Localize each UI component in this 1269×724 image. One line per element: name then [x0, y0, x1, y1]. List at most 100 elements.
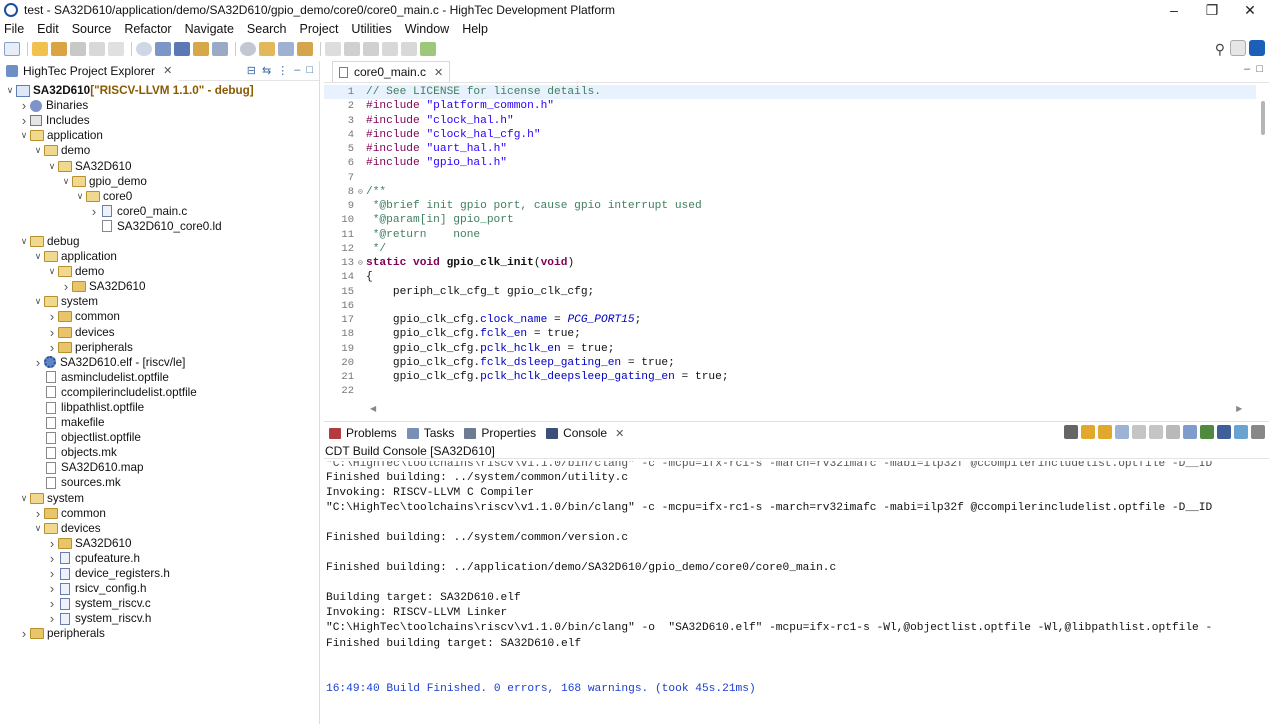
chevron-down-icon[interactable]: ∨ [18, 493, 30, 504]
tree-item[interactable]: › rsicv_config.h [0, 581, 319, 596]
tree-item[interactable]: › peripherals [0, 340, 319, 355]
close-icon[interactable]: ✕ [615, 427, 624, 440]
clear-console-icon[interactable] [1132, 425, 1146, 439]
search-icon[interactable]: ⚲ [1215, 41, 1225, 58]
tree-item[interactable]: ∨ demo [0, 264, 319, 279]
tree-item[interactable]: › Includes [0, 113, 319, 128]
save-all-icon[interactable] [89, 42, 105, 56]
code-line[interactable]: 14 { [324, 270, 1256, 284]
tab-console[interactable]: Console ✕ [541, 422, 630, 444]
chevron-down-icon[interactable]: ∨ [32, 251, 44, 262]
tree-item[interactable]: SA32D610_core0.ld [0, 219, 319, 234]
tree-item[interactable]: › SA32D610 [0, 536, 319, 551]
chevron-down-icon[interactable]: ∨ [32, 296, 44, 307]
menu-refactor[interactable]: Refactor [124, 22, 171, 36]
scroll-down-icon[interactable] [1081, 425, 1095, 439]
editor-minimize-icon[interactable]: – □ [1244, 63, 1263, 75]
minimize-button[interactable]: – [1155, 2, 1193, 18]
code-line[interactable]: 8 ⊝/** [324, 185, 1256, 199]
debug-icon[interactable] [155, 42, 171, 56]
chevron-right-icon[interactable]: › [46, 536, 58, 551]
pin-icon[interactable] [325, 42, 341, 56]
tree-item[interactable]: makefile [0, 415, 319, 430]
chevron-right-icon[interactable]: › [18, 626, 30, 641]
close-icon[interactable]: ✕ [163, 64, 172, 77]
code-line[interactable]: 16 [324, 299, 1256, 313]
tab-problems[interactable]: Problems [324, 422, 402, 444]
next-annotation-icon[interactable] [363, 42, 379, 56]
code-line[interactable]: 17 gpio_clk_cfg. clock_name = PCG_PORT15; [324, 313, 1256, 327]
tree-item[interactable]: › peripherals [0, 626, 319, 641]
tree-item[interactable]: ccompilerincludelist.optfile [0, 385, 319, 400]
horizontal-scrollbar[interactable]: ◀ ▶ [370, 404, 1250, 413]
close-window-button[interactable]: ✕ [1231, 2, 1269, 19]
tree-item[interactable]: ∨ system [0, 294, 319, 309]
tab-tasks[interactable]: Tasks [402, 422, 460, 444]
flash-icon[interactable] [212, 42, 228, 56]
tree-item[interactable]: › devices [0, 325, 319, 340]
chevron-right-icon[interactable]: › [46, 596, 58, 611]
tab-properties[interactable]: Properties [459, 422, 541, 444]
run-icon[interactable] [174, 42, 190, 56]
display-console-icon[interactable] [1183, 425, 1197, 439]
code-line[interactable]: 15 periph_clk_cfg_t gpio_clk_cfg; [324, 285, 1256, 299]
chevron-right-icon[interactable]: › [46, 551, 58, 566]
tree-item[interactable]: › core0_main.c [0, 204, 319, 219]
print-icon[interactable] [108, 42, 124, 56]
code-line[interactable]: 4 #include "clock_hal_cfg.h" [324, 128, 1256, 142]
code-line[interactable]: 3 #include "clock_hal.h" [324, 114, 1256, 128]
tree-item[interactable]: asmincludelist.optfile [0, 370, 319, 385]
chevron-right-icon[interactable]: › [46, 566, 58, 581]
code-line[interactable]: 7 [324, 171, 1256, 185]
target-icon[interactable] [136, 42, 152, 56]
tree-item[interactable]: ∨ application [0, 249, 319, 264]
code-line[interactable]: 19 gpio_clk_cfg. pclk_hclk_en = true; [324, 342, 1256, 356]
code-line[interactable]: 6 #include "gpio_hal.h" [324, 156, 1256, 170]
chevron-right-icon[interactable]: › [46, 309, 58, 324]
chevron-right-icon[interactable]: › [46, 340, 58, 355]
new-icon[interactable] [4, 42, 20, 56]
chevron-right-icon[interactable]: › [18, 98, 30, 113]
minimize-view-icon[interactable]: – [294, 64, 300, 77]
chevron-right-icon[interactable]: › [60, 279, 72, 294]
chevron-down-icon[interactable]: ∨ [4, 85, 16, 96]
tree-item[interactable]: ∨ gpio_demo [0, 174, 319, 189]
maximize-view-icon[interactable]: □ [306, 64, 313, 77]
menu-help[interactable]: Help [462, 22, 488, 36]
chevron-right-icon[interactable]: › [46, 581, 58, 596]
chevron-right-icon[interactable]: › [88, 204, 100, 219]
chevron-right-icon[interactable]: › [32, 355, 44, 370]
console-output[interactable]: "C:\HighTec\toolchains\riscv\v1.1.0/bin/… [326, 461, 1266, 721]
chevron-down-icon[interactable]: ∨ [32, 523, 44, 534]
tree-item[interactable]: › SA32D610 [0, 279, 319, 294]
new-window-icon[interactable] [420, 42, 436, 56]
search-tool-icon[interactable] [297, 42, 313, 56]
tree-item[interactable]: ∨ application [0, 128, 319, 143]
minimize-console-icon[interactable] [1251, 425, 1265, 439]
tree-item[interactable]: ∨ devices [0, 521, 319, 536]
code-line[interactable]: 1 // See LICENSE for license details. [324, 85, 1256, 100]
code-line[interactable]: 12 */ [324, 242, 1256, 256]
link-editor-icon[interactable]: ⇆ [262, 64, 271, 77]
chevron-down-icon[interactable]: ∨ [46, 266, 58, 277]
chevron-down-icon[interactable]: ∨ [46, 161, 58, 172]
import-icon[interactable] [51, 42, 67, 56]
tree-item[interactable]: › cpufeature.h [0, 551, 319, 566]
code-line[interactable]: 11 *@return none [324, 228, 1256, 242]
tree-item[interactable]: ∨ debug [0, 234, 319, 249]
code-line[interactable]: 2 #include "platform_common.h" [324, 99, 1256, 113]
chevron-down-icon[interactable]: ∨ [18, 236, 30, 247]
menu-source[interactable]: Source [72, 22, 112, 36]
tree-item[interactable]: ∨ system [0, 491, 319, 506]
code-line[interactable]: 22 [324, 384, 1256, 397]
tree-item[interactable]: › common [0, 506, 319, 521]
tree-item[interactable]: objectlist.optfile [0, 430, 319, 445]
code-line[interactable]: 18 gpio_clk_cfg. fclk_en = true; [324, 327, 1256, 341]
open-console-icon[interactable] [1200, 425, 1214, 439]
open-perspective-icon[interactable] [1230, 40, 1246, 56]
open-folder-icon[interactable] [259, 42, 275, 56]
open-type-icon[interactable] [278, 42, 294, 56]
menu-file[interactable]: File [4, 22, 24, 36]
chevron-down-icon[interactable]: ∨ [32, 145, 44, 156]
code-line[interactable]: 20 gpio_clk_cfg. fclk_dsleep_gating_en = … [324, 356, 1256, 370]
